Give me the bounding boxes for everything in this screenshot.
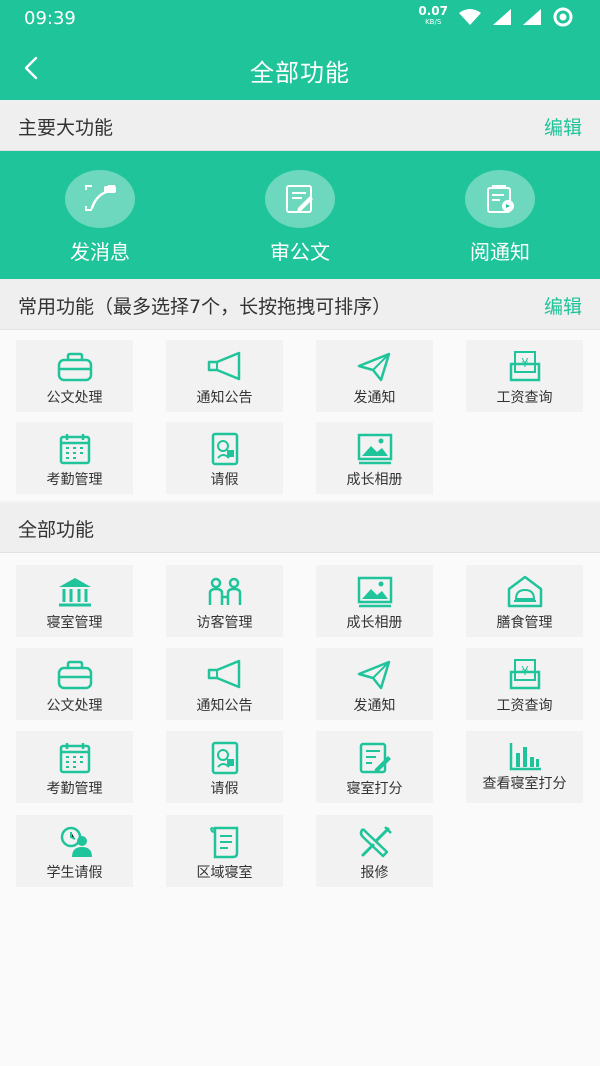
- scroll-icon: [209, 826, 238, 859]
- tile-announcements[interactable]: 通知公告: [166, 340, 283, 412]
- tile-label: 公文处理: [46, 698, 103, 714]
- salary-icon: ¥: [509, 659, 540, 690]
- status-indicators: 0.07 KB/S: [418, 4, 574, 28]
- signal-icon: [493, 9, 511, 25]
- all-section-title: 全部功能: [18, 519, 95, 541]
- tile-leave[interactable]: 请假: [166, 731, 283, 803]
- tile-label: 成长相册: [346, 615, 403, 631]
- network-speed-unit: KB/S: [425, 18, 442, 26]
- tile-label: 公文处理: [46, 390, 103, 406]
- score-edit-icon: [359, 742, 391, 774]
- paper-plane-icon: [357, 352, 390, 382]
- tile-meal-management[interactable]: 膳食管理: [466, 565, 583, 637]
- tile-label: 考勤管理: [46, 781, 103, 797]
- tile-label: 膳食管理: [496, 615, 553, 631]
- tile-label: 请假: [210, 472, 239, 488]
- main-item-send-message[interactable]: 发消息: [25, 170, 175, 265]
- calendar-icon: [59, 743, 90, 774]
- tile-label: 工资查询: [496, 698, 553, 714]
- main-item-review-document[interactable]: 审公文: [225, 170, 375, 265]
- calendar-icon: [59, 434, 90, 465]
- main-item-label: 阅通知: [470, 240, 530, 264]
- tile-label: 成长相册: [346, 472, 403, 488]
- building-icon: [58, 578, 91, 607]
- tile-student-leave[interactable]: 学生请假: [16, 815, 133, 887]
- common-section-header: 常用功能（最多选择7个，长按拖拽可排序） 编辑: [0, 279, 600, 330]
- tile-label: 请假: [210, 781, 239, 797]
- main-features-band: 发消息 审公文 阅通知: [0, 151, 600, 279]
- common-section-title: 常用功能（最多选择7个，长按拖拽可排序）: [18, 296, 392, 318]
- briefcase-icon: [57, 352, 92, 382]
- tile-label: 通知公告: [196, 698, 253, 714]
- photo-album-icon: [357, 433, 392, 465]
- megaphone-icon: [207, 351, 240, 381]
- tile-growth-album[interactable]: 成长相册: [316, 565, 433, 637]
- main-section-title: 主要大功能: [18, 117, 114, 139]
- paper-plane-icon: [357, 660, 390, 690]
- tile-dorm-scoring[interactable]: 寝室打分: [316, 731, 433, 803]
- tile-salary-query[interactable]: ¥ 工资查询: [466, 648, 583, 720]
- all-functions-grid: 寝室管理 访客管理 成长相册 膳食管理 公文处理 通知公告 发通知 ¥ 工资查询…: [0, 553, 600, 1066]
- visitors-icon: [208, 577, 241, 605]
- tile-label: 通知公告: [196, 390, 253, 406]
- tile-repair[interactable]: 报修: [316, 815, 433, 887]
- tile-attendance[interactable]: 考勤管理: [16, 731, 133, 803]
- network-speed-value: 0.07: [418, 4, 448, 18]
- tile-label: 发通知: [353, 698, 396, 714]
- tile-view-dorm-scores[interactable]: 查看寝室打分: [466, 731, 583, 803]
- tile-label: 访客管理: [196, 615, 253, 631]
- main-item-label: 发消息: [70, 240, 130, 264]
- tile-send-notice[interactable]: 发通知: [316, 340, 433, 412]
- tile-visitor-management[interactable]: 访客管理: [166, 565, 283, 637]
- tile-label: 学生请假: [46, 865, 103, 881]
- leave-icon: [211, 741, 238, 775]
- title-bar: 全部功能: [0, 36, 600, 100]
- tile-label: 考勤管理: [46, 472, 103, 488]
- message-icon: [65, 170, 135, 228]
- tile-send-notice[interactable]: 发通知: [316, 648, 433, 720]
- tile-area-dorm[interactable]: 区域寝室: [166, 815, 283, 887]
- notice-icon: [465, 170, 535, 228]
- photo-album-icon: [357, 576, 392, 608]
- status-time: 09:39: [24, 8, 76, 29]
- tile-salary-query[interactable]: ¥ 工资查询: [466, 340, 583, 412]
- leave-icon: [211, 432, 238, 466]
- tile-attendance[interactable]: 考勤管理: [16, 422, 133, 494]
- student-leave-icon: [60, 826, 92, 857]
- common-functions-grid: 公文处理 通知公告 发通知 ¥ 工资查询 考勤管理 请假 成长相册: [0, 330, 600, 500]
- briefcase-icon: [57, 660, 92, 690]
- main-item-label: 审公文: [270, 240, 330, 264]
- signal-icon: [523, 9, 541, 25]
- tile-document-processing[interactable]: 公文处理: [16, 340, 133, 412]
- tile-label: 寝室管理: [46, 615, 103, 631]
- main-item-read-notice[interactable]: 阅通知: [425, 170, 575, 265]
- page-title: 全部功能: [250, 59, 350, 87]
- tile-announcements[interactable]: 通知公告: [166, 648, 283, 720]
- bar-chart-icon: [509, 743, 541, 771]
- network-speed: 0.07 KB/S: [418, 4, 448, 28]
- salary-icon: ¥: [509, 351, 540, 382]
- tile-label: 寝室打分: [346, 781, 403, 797]
- main-section-header: 主要大功能 编辑: [0, 100, 600, 151]
- tile-label: 工资查询: [496, 390, 553, 406]
- meal-icon: [507, 575, 542, 608]
- common-edit-button[interactable]: 编辑: [544, 292, 582, 319]
- tile-growth-album[interactable]: 成长相册: [316, 422, 433, 494]
- status-bar: 09:39 0.07 KB/S: [0, 0, 600, 36]
- tile-label: 查看寝室打分: [482, 776, 567, 792]
- tile-dorm-management[interactable]: 寝室管理: [16, 565, 133, 637]
- tile-document-processing[interactable]: 公文处理: [16, 648, 133, 720]
- wifi-icon: [459, 9, 481, 25]
- tile-label: 报修: [360, 865, 389, 881]
- tile-label: 发通知: [353, 390, 396, 406]
- tile-label: 区域寝室: [196, 865, 253, 881]
- all-section-header: 全部功能: [0, 502, 600, 553]
- battery-ring-icon: [553, 7, 573, 27]
- main-edit-button[interactable]: 编辑: [544, 113, 582, 140]
- repair-tools-icon: [359, 826, 392, 858]
- megaphone-icon: [207, 659, 240, 689]
- tile-leave[interactable]: 请假: [166, 422, 283, 494]
- document-review-icon: [265, 170, 335, 228]
